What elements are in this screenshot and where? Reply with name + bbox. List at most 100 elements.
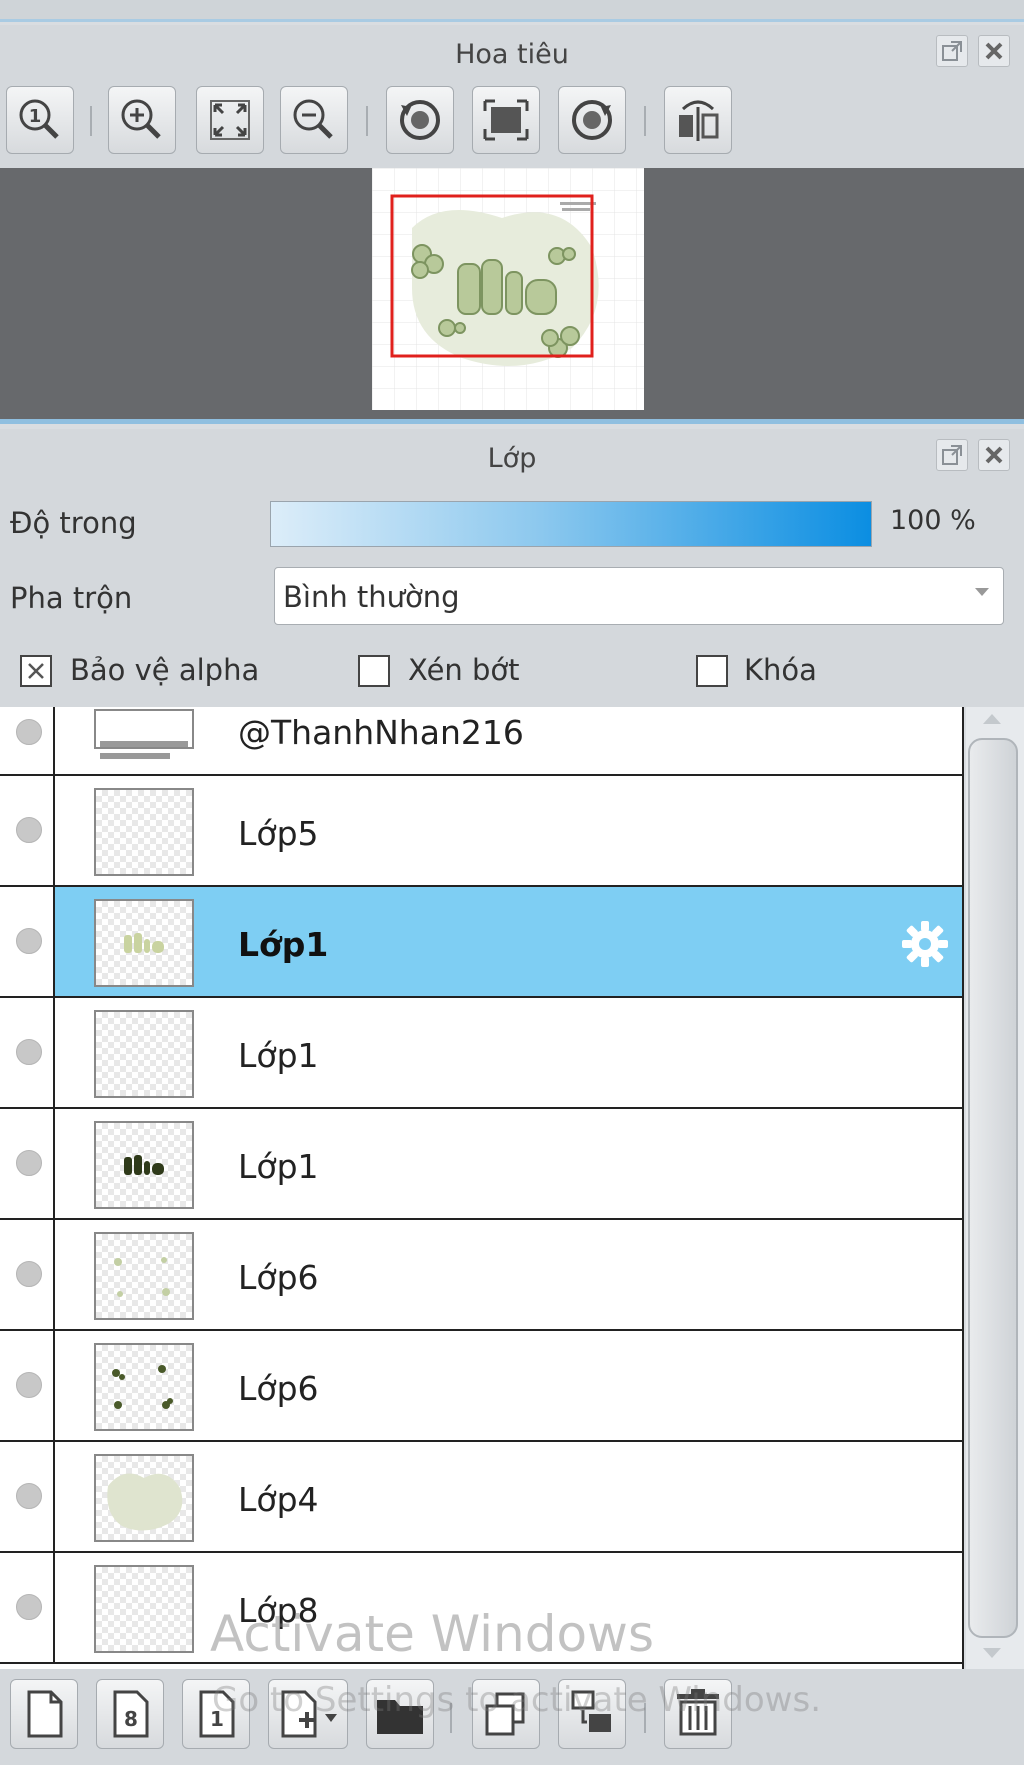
visibility-column [0,776,55,885]
rotate-left-icon [400,100,440,140]
layer-row[interactable]: Lớp1 [0,998,962,1109]
visibility-toggle[interactable] [16,1150,42,1176]
gear-icon[interactable] [898,917,952,971]
layer-row[interactable]: Lớp6 [0,1220,962,1331]
layer-name: Lớp1 [238,1147,319,1186]
layer-thumbnail [94,1565,194,1653]
layer-row[interactable]: Lớp5 [0,776,962,887]
layers-title: Lớp [487,443,537,474]
scroll-down-arrow[interactable] [983,1648,1001,1658]
navigator-title: Hoa tiêu [455,39,569,70]
chevron-down-icon [975,588,989,596]
layer-properties: Độ trong 100 % Pha trộn Bình thường Bảo … [0,485,1024,707]
activation-watermark-subtitle: Go to Settings to activate Windows. [212,1680,821,1720]
layer-name: Lớp1 [238,1036,319,1075]
clipping-label: Xén bớt [408,653,520,687]
zoom-actual-icon: 1 [19,99,59,139]
blend-mode-select[interactable]: Bình thường [274,567,1004,625]
layer-thumbnail [94,1121,194,1209]
float-icon [942,41,962,61]
visibility-column [0,1109,55,1218]
toolbar-separator [644,106,646,136]
activation-watermark: Activate Windows [210,1605,654,1663]
layer-name: @ThanhNhan216 [238,713,524,752]
scroll-up-arrow[interactable] [983,714,1001,724]
clipping-checkbox[interactable] [358,655,390,687]
opacity-slider[interactable] [270,501,872,547]
layer-row[interactable]: @ThanhNhan216 [0,707,962,776]
blob-thumbnail-image [107,1473,183,1531]
visibility-column [0,1220,55,1329]
blend-label: Pha trộn [10,581,133,615]
layer-name: Lớp4 [238,1480,319,1519]
layer-thumbnail [94,1343,194,1431]
canvas-thumbnail-image [372,168,644,410]
layer-row[interactable]: Lớp4 [0,1442,962,1553]
new-layer-icon [27,1690,63,1738]
lock-checkbox[interactable] [696,655,728,687]
navigator-title-bar: Hoa tiêu [0,25,1024,81]
layer-thumbnail [94,899,194,987]
navigator-float-button[interactable] [936,35,968,67]
reset-view-icon [483,99,529,141]
layers-float-button[interactable] [936,439,968,471]
visibility-column [0,887,55,996]
new-8bit-layer-button[interactable]: 8 [96,1679,164,1749]
zoom-out-button[interactable] [280,86,348,154]
visibility-column [0,707,55,774]
visibility-toggle[interactable] [16,1261,42,1287]
zoom-in-button[interactable] [108,86,176,154]
new-layer-button[interactable] [10,1679,78,1749]
fit-screen-button[interactable] [196,86,264,154]
layer-row[interactable]: Lớp6 [0,1331,962,1442]
flip-horizontal-button[interactable] [664,86,732,154]
top-strip [0,0,1024,22]
layer-name: Lớp5 [238,814,319,853]
dots-thumbnail-image [114,1257,170,1297]
close-icon [985,42,1003,60]
svg-text:8: 8 [124,1707,138,1731]
visibility-toggle[interactable] [16,817,42,843]
navigator-preview[interactable] [0,168,1024,424]
fit-screen-icon [210,100,250,140]
lock-label: Khóa [744,653,817,687]
layer-thumbnail [94,1454,194,1542]
visibility-toggle[interactable] [16,928,42,954]
protect-alpha-checkbox[interactable] [20,655,52,687]
layer-name: Lớp1 [238,925,329,964]
rotate-right-icon [572,100,612,140]
layer-row-selected[interactable]: Lớp1 [0,887,962,998]
flip-horizontal-icon [679,100,719,141]
navigator-close-button[interactable] [978,35,1010,67]
layers-close-button[interactable] [978,439,1010,471]
text-thumbnail-image [124,1155,164,1175]
visibility-column [0,1331,55,1440]
visibility-toggle[interactable] [16,1372,42,1398]
blend-mode-value: Bình thường [283,580,460,614]
opacity-label: Độ trong [10,506,137,540]
visibility-toggle[interactable] [16,1594,42,1620]
visibility-toggle[interactable] [16,719,42,745]
reset-view-button[interactable] [472,86,540,154]
layer-name: Lớp6 [238,1258,319,1297]
checkbox-x-icon [28,663,44,679]
layer-thumbnail [94,788,194,876]
float-icon [942,445,962,465]
close-icon [985,446,1003,464]
canvas-thumbnail[interactable] [372,168,644,410]
layer-thumbnail [94,709,194,759]
opacity-value: 100 % [890,505,976,536]
rotate-right-button[interactable] [558,86,626,154]
text-thumbnail-image [124,933,164,953]
layer-list[interactable]: @ThanhNhan216 Lớp5 Lớp1 Lớp1 Lớp1 Lớp6 L… [0,707,964,1669]
rotate-left-button[interactable] [386,86,454,154]
zoom-actual-button[interactable]: 1 [6,86,74,154]
visibility-toggle[interactable] [16,1483,42,1509]
scrollbar-thumb[interactable] [968,738,1018,1638]
zoom-in-icon [121,99,161,139]
protect-alpha-label: Bảo vệ alpha [70,653,260,687]
layer-name: Lớp6 [238,1369,319,1408]
visibility-toggle[interactable] [16,1039,42,1065]
layers-title-bar: Lớp [0,429,1024,485]
layer-row[interactable]: Lớp1 [0,1109,962,1220]
